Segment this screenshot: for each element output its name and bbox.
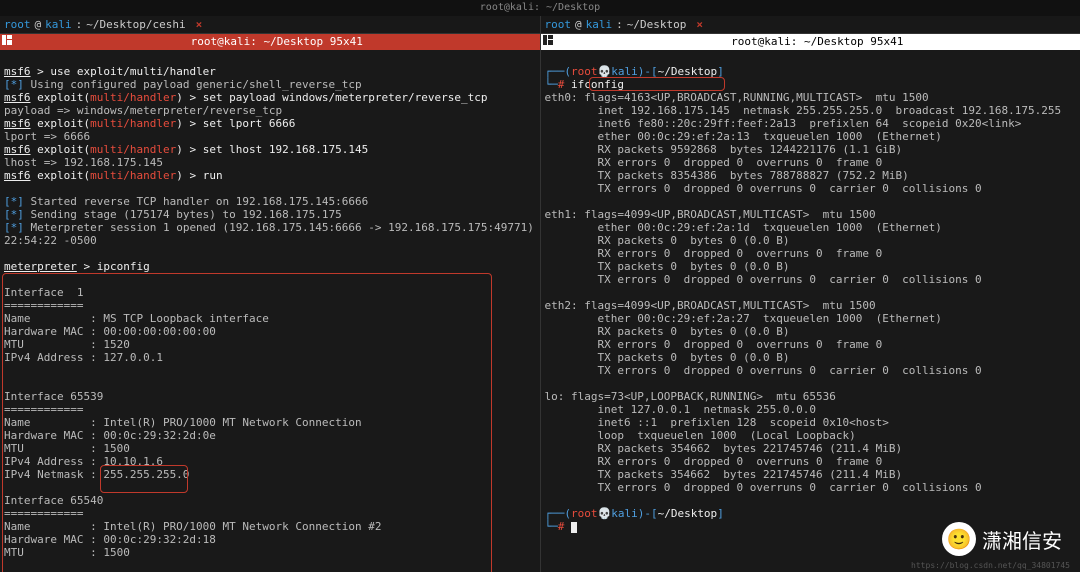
right-tab-bar[interactable]: root@kali: ~/Desktop × [541,16,1080,34]
right-pane: root@kali: ~/Desktop × root@kali: ~/Desk… [541,16,1080,572]
pane-icon [541,34,555,50]
tab-path: ~/Desktop/ceshi [86,18,185,31]
left-terminal[interactable]: msf6 > use exploit/multi/handler [*] Usi… [0,50,540,572]
skull-icon: 💀 [598,65,612,78]
close-icon[interactable]: × [696,18,703,31]
left-pane: root@kali: ~/Desktop/ceshi × root@kali: … [0,16,541,572]
right-tab[interactable]: root@kali: ~/Desktop × [545,18,703,31]
watermark-url: https://blog.csdn.net/qq_34801745 [911,561,1070,570]
right-inner-title: root@kali: ~/Desktop 95x41 [541,34,1080,50]
close-icon[interactable]: × [196,18,203,31]
cursor [571,522,577,533]
skull-icon: 💀 [598,507,612,520]
pane-icon [0,34,14,50]
meterpreter-prompt: meterpreter [4,260,77,273]
tab-root: root [4,18,31,31]
window-title: root@kali: ~/Desktop [0,0,1080,16]
watermark-icon: 🙂 [942,522,976,556]
watermark-text: 潇湘信安 [982,525,1062,554]
left-tab[interactable]: root@kali: ~/Desktop/ceshi × [4,18,202,31]
right-terminal[interactable]: ┌──(root💀kali)-[~/Desktop] └─# ifconfig … [541,50,1080,572]
left-inner-title: root@kali: ~/Desktop 95x41 [0,34,540,50]
tab-host: kali [45,18,72,31]
left-tab-bar[interactable]: root@kali: ~/Desktop/ceshi × [0,16,540,34]
cmd-ifconfig: ifconfig [571,78,624,91]
watermark: 🙂 潇湘信安 [942,522,1062,556]
